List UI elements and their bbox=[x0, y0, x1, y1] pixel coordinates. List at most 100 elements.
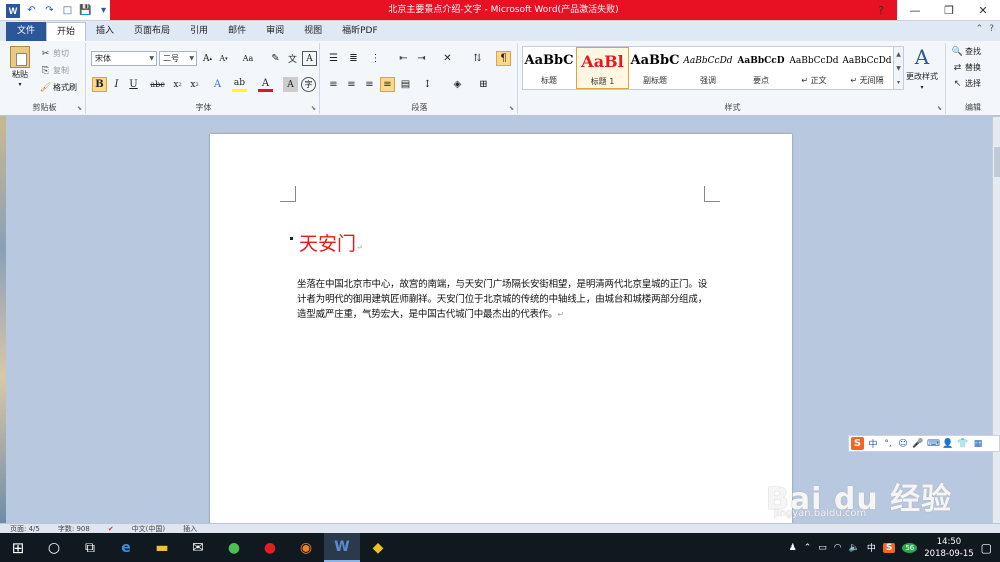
ime-mode[interactable]: 中 bbox=[867, 437, 879, 450]
tab-foxit-pdf[interactable]: 福昕PDF bbox=[332, 22, 388, 41]
vertical-scrollbar[interactable] bbox=[992, 117, 1000, 523]
font-launcher-icon[interactable]: ⬊ bbox=[311, 105, 316, 112]
microphone-icon[interactable]: 🎤 bbox=[912, 439, 924, 449]
chevron-down-icon[interactable]: ▼ bbox=[896, 65, 901, 72]
copy-button[interactable]: ⎘ 复制 bbox=[40, 65, 69, 76]
scrollbar-thumb[interactable] bbox=[994, 147, 1000, 177]
strikethrough-button[interactable]: abc bbox=[150, 77, 165, 92]
bold-button[interactable]: B bbox=[92, 77, 107, 92]
punctuation-icon[interactable]: °, bbox=[882, 439, 894, 449]
sogou-logo-icon[interactable]: S bbox=[851, 437, 864, 450]
clear-formatting-icon[interactable]: ✎ bbox=[268, 51, 283, 66]
italic-button[interactable]: I bbox=[109, 77, 124, 92]
styles-launcher-icon[interactable]: ⬊ bbox=[937, 105, 942, 112]
tab-page-layout[interactable]: 页面布局 bbox=[124, 22, 180, 41]
clock[interactable]: 14:50 2018-09-15 bbox=[924, 536, 973, 560]
shading-icon[interactable]: ◈ bbox=[450, 77, 465, 92]
document-heading[interactable]: 天安门↵ bbox=[299, 229, 363, 256]
sogou-tray-icon[interactable]: S bbox=[882, 542, 896, 553]
save-icon[interactable]: 💾 bbox=[79, 4, 92, 17]
subscript-button[interactable]: x2 bbox=[170, 77, 185, 92]
task-view-icon[interactable]: ⧉ bbox=[72, 533, 108, 562]
character-border-icon[interactable]: A bbox=[302, 51, 317, 66]
highlight-color-icon[interactable]: ab bbox=[232, 77, 247, 92]
toolbox-icon[interactable]: ▦ bbox=[972, 439, 984, 449]
tab-insert[interactable]: 插入 bbox=[86, 22, 124, 41]
character-shading-icon[interactable]: A bbox=[283, 77, 298, 92]
help-icon[interactable]: ? bbox=[989, 24, 994, 34]
sort-icon[interactable]: ⇅ bbox=[470, 51, 485, 66]
superscript-button[interactable]: x2 bbox=[187, 77, 202, 92]
change-styles-button[interactable]: A 更改样式 ▾ bbox=[906, 45, 938, 91]
grow-font-icon[interactable]: A ▴ bbox=[200, 51, 215, 66]
style-no-spacing[interactable]: AaBbCcDd ↵ 无间隔 bbox=[841, 47, 894, 89]
font-size-combo[interactable]: 二号 ▼ bbox=[159, 51, 197, 66]
tab-file[interactable]: 文件 bbox=[6, 22, 46, 41]
qq-icon[interactable]: ◆ bbox=[360, 533, 396, 562]
tab-home[interactable]: 开始 bbox=[46, 22, 87, 41]
proofing-icon[interactable]: ✔ bbox=[108, 525, 114, 533]
notifications-icon[interactable]: ▢ bbox=[981, 541, 992, 555]
multilevel-list-icon[interactable]: ⋮ bbox=[368, 51, 383, 66]
style-emphasis[interactable]: AaBbCcDd 强调 bbox=[682, 47, 735, 89]
mail-icon[interactable]: ✉ bbox=[180, 533, 216, 562]
document-paragraph[interactable]: 坐落在中国北京市中心，故宫的南端，与天安门广场隔长安街相望，是明清两代北京皇城的… bbox=[297, 277, 707, 322]
people-icon[interactable]: ♟ bbox=[789, 543, 797, 553]
style-title[interactable]: AaBbC 标题 bbox=[523, 47, 576, 89]
more-styles-icon[interactable]: ▾ bbox=[897, 79, 900, 86]
borders-icon[interactable]: ⊞ bbox=[476, 77, 491, 92]
chinese-layout-icon[interactable]: ✕ bbox=[440, 51, 455, 66]
change-case-button[interactable]: Aa bbox=[238, 51, 258, 66]
360-badge[interactable]: 56 bbox=[902, 542, 918, 553]
decrease-indent-icon[interactable]: ⇤ bbox=[396, 51, 411, 66]
word-count[interactable]: 字数: 908 bbox=[58, 524, 90, 534]
file-explorer-icon[interactable]: ▬ bbox=[144, 533, 180, 562]
style-subtitle[interactable]: AaBbC 副标题 bbox=[629, 47, 682, 89]
align-left-icon[interactable]: ≡ bbox=[326, 77, 341, 92]
edge-browser-icon[interactable]: e bbox=[108, 533, 144, 562]
format-painter-button[interactable]: 🖌 格式刷 bbox=[40, 82, 77, 93]
page-count[interactable]: 页面: 4/5 bbox=[10, 524, 40, 534]
tray-ime-indicator[interactable]: 中 bbox=[867, 541, 876, 554]
tab-review[interactable]: 审阅 bbox=[256, 22, 294, 41]
insert-mode[interactable]: 插入 bbox=[183, 524, 197, 534]
windows-start-icon[interactable]: ⊞ bbox=[0, 533, 36, 562]
text-effects-icon[interactable]: A bbox=[210, 77, 225, 92]
select-button[interactable]: ↖ 选择 bbox=[952, 78, 981, 89]
word-logo-icon[interactable]: W bbox=[6, 3, 20, 18]
word-taskbar-icon[interactable]: W bbox=[324, 533, 360, 562]
show-formatting-marks-button[interactable]: ¶ bbox=[496, 51, 511, 66]
enclose-characters-icon[interactable]: 字 bbox=[301, 77, 316, 92]
paragraph-launcher-icon[interactable]: ⬊ bbox=[509, 105, 514, 112]
phonetic-guide-icon[interactable]: 文 bbox=[285, 51, 300, 66]
style-normal[interactable]: AaBbCcDd ↵ 正文 bbox=[788, 47, 841, 89]
style-heading-1[interactable]: AaBl 标题 1 bbox=[576, 47, 629, 89]
battery-icon[interactable]: ▭ bbox=[818, 543, 827, 553]
minimize-button[interactable]: — bbox=[898, 0, 932, 20]
emoji-icon[interactable]: ☺ bbox=[897, 439, 909, 449]
skin-icon[interactable]: 👕 bbox=[957, 439, 969, 449]
find-button[interactable]: 🔍 查找 bbox=[952, 46, 981, 57]
volume-icon[interactable]: 🔈 bbox=[849, 543, 860, 553]
bullets-icon[interactable]: ☰ bbox=[326, 51, 341, 66]
font-name-combo[interactable]: 宋体 ▼ bbox=[91, 51, 157, 66]
increase-indent-icon[interactable]: ⇥ bbox=[414, 51, 429, 66]
tab-view[interactable]: 视图 bbox=[294, 22, 332, 41]
style-strong[interactable]: AaBbCcD 要点 bbox=[735, 47, 788, 89]
align-right-icon[interactable]: ≡ bbox=[362, 77, 377, 92]
tab-references[interactable]: 引用 bbox=[180, 22, 218, 41]
redo-icon[interactable]: ↷ bbox=[43, 4, 56, 17]
close-button[interactable]: ✕ bbox=[966, 0, 1000, 20]
show-hidden-icons-icon[interactable]: ⌃ bbox=[804, 543, 812, 553]
keyboard-icon[interactable]: ⌨ bbox=[927, 439, 940, 449]
new-document-icon[interactable]: □ bbox=[61, 4, 74, 17]
undo-icon[interactable]: ↶ bbox=[25, 4, 38, 17]
network-icon[interactable]: ◠ bbox=[834, 543, 842, 553]
paste-button[interactable]: 粘贴 ▾ bbox=[10, 46, 30, 88]
justify-button[interactable]: ≡ bbox=[380, 77, 395, 92]
distributed-icon[interactable]: ▤ bbox=[398, 77, 413, 92]
chevron-up-icon[interactable]: ▲ bbox=[896, 51, 901, 58]
user-icon[interactable]: 👤 bbox=[942, 439, 954, 449]
language-indicator[interactable]: 中文(中国) bbox=[132, 524, 165, 534]
align-center-icon[interactable]: ≡ bbox=[344, 77, 359, 92]
